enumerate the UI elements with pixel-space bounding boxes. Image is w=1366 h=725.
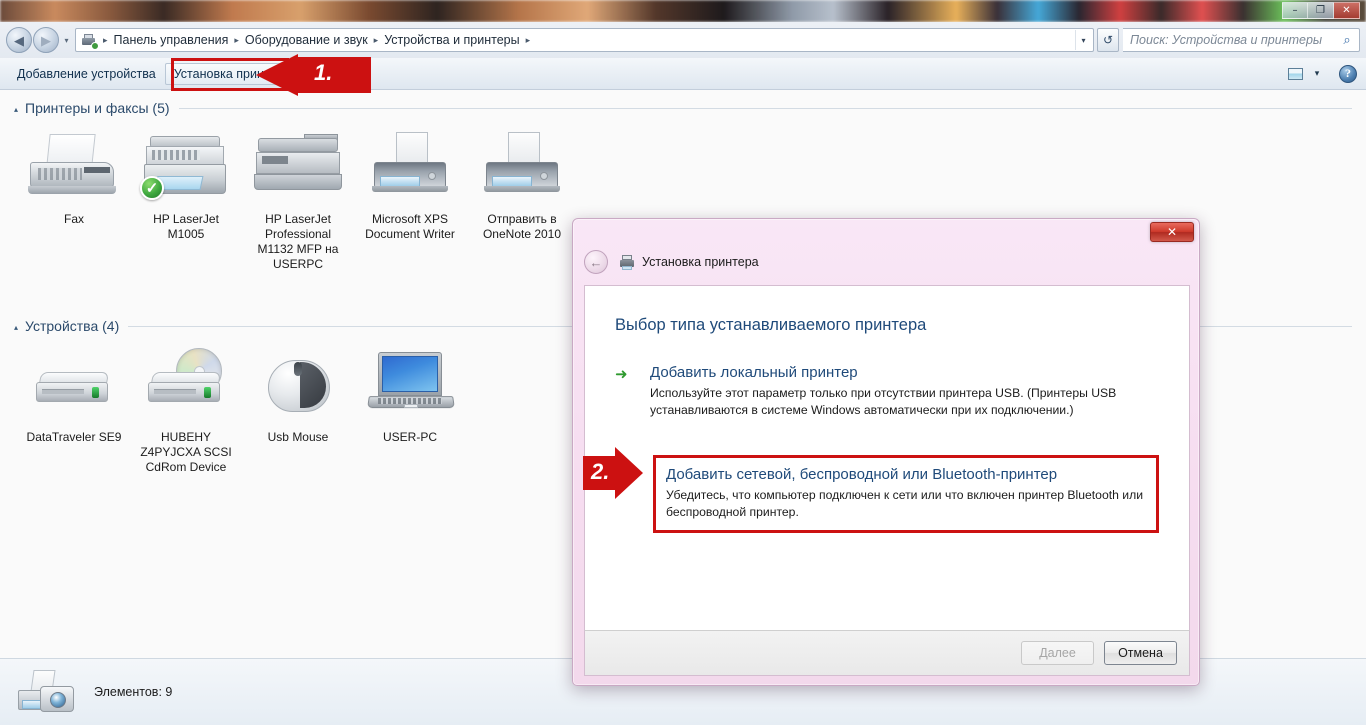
desktop-wallpaper [0,0,1366,22]
collapse-triangle-icon[interactable]: ▴ [10,321,22,333]
dialog-title: Установка принтера [642,255,759,269]
list-item[interactable]: Fax [18,130,130,272]
list-item[interactable]: ✓ HP LaserJet M1005 [130,130,242,272]
status-item-count: Элементов: 9 [94,685,173,699]
cdrom-drive-icon [136,348,236,424]
callout-marker-1: 1. [171,54,371,96]
list-item[interactable]: USER-PC [354,348,466,475]
callout-2-number: 2. [591,459,610,484]
devices-printers-icon [80,32,99,50]
forward-button[interactable]: ▶ [33,27,59,53]
breadcrumb-separator: ▸ [103,34,108,45]
printer-icon: ✓ [136,132,236,206]
refresh-button[interactable]: ↺ [1097,28,1119,52]
printer-icon [248,132,348,206]
list-item-label: Usb Mouse [267,430,329,444]
dialog-title-bar: ✕ [573,219,1199,245]
toolbar-right-group: ▾ ? [1284,63,1360,85]
mouse-icon [248,350,348,424]
option-title[interactable]: Добавить сетевой, беспроводной или Bluet… [666,465,1148,484]
option-description: Убедитесь, что компьютер подключен к сет… [666,488,1144,519]
list-item[interactable]: HUBEHY Z4PYJCXA SCSI CdRom Device [130,348,242,475]
arrow-right-icon: ➜ [615,366,628,383]
option-add-local-printer[interactable]: ➜ Добавить локальный принтер Используйте… [615,363,1145,419]
back-button[interactable]: ◀ [6,27,32,53]
add-device-button[interactable]: Добавление устройства [8,63,165,85]
next-button[interactable]: Далее [1021,641,1094,665]
chevron-down-icon[interactable]: ▾ [1075,30,1091,50]
list-item[interactable]: Microsoft XPS Document Writer [354,130,466,272]
help-button[interactable]: ? [1336,63,1360,85]
history-dropdown-icon[interactable]: ▾ [60,29,73,51]
list-item-label: DataTraveler SE9 [26,430,122,444]
dialog-close-button[interactable]: ✕ [1150,222,1194,242]
help-icon: ? [1339,64,1357,83]
callout-marker-2: 2. [583,447,643,499]
list-item-label: HP LaserJet Professional M1132 MFP на US… [257,212,339,271]
callout-1-arrow: 1. [256,54,371,96]
printer-icon [472,132,572,206]
dialog-nav-row: ← Установка принтера [573,245,1199,279]
list-item-label: HP LaserJet M1005 [153,212,219,241]
breadcrumb-separator: ▸ [234,34,239,45]
list-item-label: HUBEHY Z4PYJCXA SCSI CdRom Device [140,430,232,474]
group-title-devices: Устройства (4) [25,318,120,334]
list-item[interactable]: DataTraveler SE9 [18,348,130,475]
collapse-triangle-icon[interactable]: ▴ [10,103,22,115]
option-title[interactable]: Добавить локальный принтер [650,363,1145,382]
group-title-printers: Принтеры и факсы (5) [25,100,170,116]
restore-button[interactable]: ❐ [1308,2,1334,19]
list-item-label: Fax [63,212,84,226]
default-printer-check-icon: ✓ [140,176,164,200]
dialog-back-button[interactable]: ← [584,250,608,274]
list-item-label: Отправить в OneNote 2010 [482,212,562,241]
cancel-button[interactable]: Отмена [1104,641,1177,665]
search-input[interactable]: Поиск: Устройства и принтеры [1130,33,1339,47]
minimize-button[interactable]: – [1282,2,1308,19]
search-box[interactable]: Поиск: Устройства и принтеры ⌕ [1123,28,1360,52]
laptop-icon [360,350,460,424]
address-bar: ◀ ▶ ▾ ▸ Панель управления ▸ Оборудование… [0,22,1366,58]
search-icon: ⌕ [1343,32,1351,47]
option-add-network-printer[interactable]: Добавить сетевой, беспроводной или Bluet… [653,455,1159,533]
list-item[interactable]: Отправить в OneNote 2010 [466,130,578,272]
navigation-buttons: ◀ ▶ ▾ [6,27,73,53]
breadcrumb[interactable]: ▸ Панель управления ▸ Оборудование и зву… [75,28,1094,52]
dialog-footer: Далее Отмена [584,630,1190,676]
usb-drive-icon [24,350,124,424]
callout-1-number: 1. [314,60,333,85]
chevron-down-icon[interactable]: ▾ [1308,64,1326,84]
breadcrumb-item-devices-and-printers[interactable]: Устройства и принтеры [381,30,522,50]
printer-icon [360,132,460,206]
group-rule [178,107,1352,109]
window-controls: – ❐ ✕ [1282,2,1360,19]
breadcrumb-item-hardware-and-sound[interactable]: Оборудование и звук [242,30,371,50]
breadcrumb-separator: ▸ [373,34,379,45]
close-button[interactable]: ✕ [1334,2,1360,19]
option-description: Используйте этот параметр только при отс… [650,386,1117,417]
add-printer-dialog: ✕ ← Установка принтера Выбор типа устана… [572,218,1200,686]
dialog-heading: Выбор типа устанавливаемого принтера [615,316,927,334]
breadcrumb-item-control-panel[interactable]: Панель управления [111,30,232,50]
dialog-page: Выбор типа устанавливаемого принтера ➜ Д… [584,285,1190,637]
status-preview-icon [14,666,80,718]
list-item-label: USER-PC [382,430,437,444]
fax-icon [24,132,124,206]
list-item-label: Microsoft XPS Document Writer [365,212,455,241]
change-view-icon[interactable] [1284,64,1306,84]
breadcrumb-separator: ▸ [525,34,531,45]
list-item[interactable]: HP LaserJet Professional M1132 MFP на US… [242,130,354,272]
list-item[interactable]: Usb Mouse [242,348,354,475]
printer-icon [618,254,636,270]
